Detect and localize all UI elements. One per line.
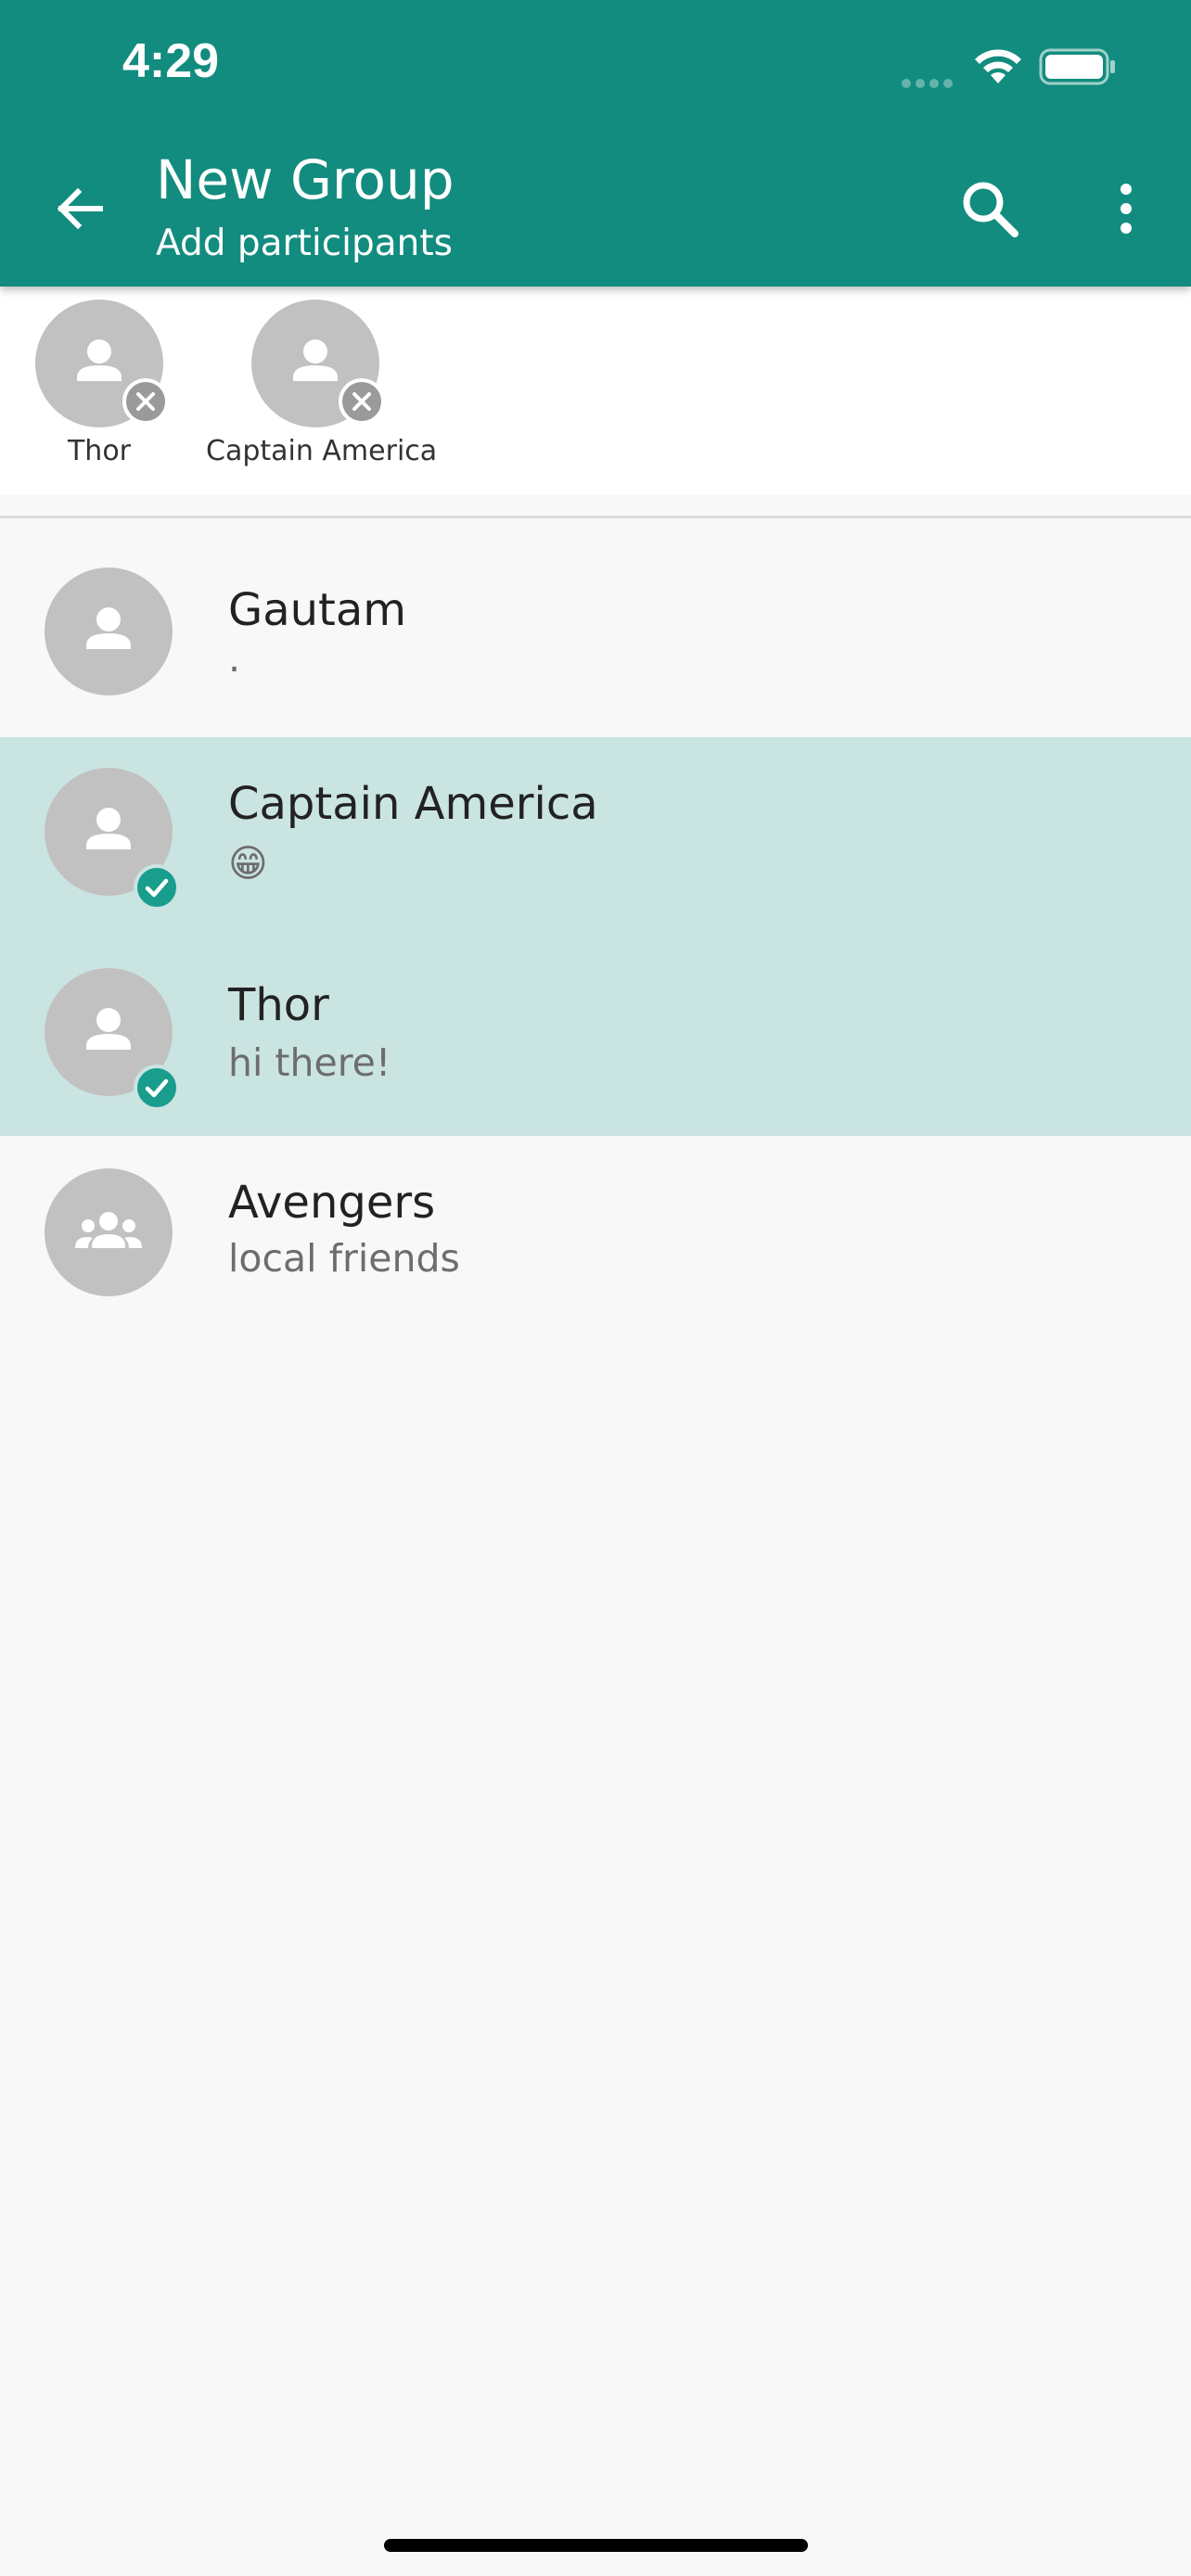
selected-participants-strip: Thor Captain America [0, 287, 1191, 495]
contact-row-gautam[interactable]: Gautam . [0, 538, 1191, 737]
contact-row-avengers[interactable]: Avengers local friends [0, 1136, 1191, 1335]
contact-status: local friends [228, 1236, 460, 1281]
contact-status: . [228, 636, 241, 681]
selected-check-badge [134, 864, 180, 911]
selected-check-badge [134, 1065, 180, 1111]
selected-chip[interactable]: Thor [30, 300, 169, 467]
selected-chip[interactable]: Captain America [206, 300, 438, 467]
contact-row-captain-america[interactable]: Captain America 😁 [0, 737, 1191, 937]
contact-status: hi there! [228, 1040, 391, 1085]
chip-label: Thor [67, 435, 132, 467]
close-icon [352, 392, 371, 411]
search-icon[interactable] [957, 176, 1022, 241]
app-bar: 4:29 New Group Add participants [0, 0, 1191, 287]
page-subtitle: Add participants [156, 223, 453, 264]
home-indicator[interactable] [384, 2539, 808, 2552]
status-time: 4:29 [122, 34, 220, 88]
remove-participant-button[interactable] [122, 378, 169, 425]
contact-name: Thor [228, 979, 329, 1031]
wifi-icon [975, 49, 1021, 83]
chip-label: Captain America [206, 435, 438, 467]
person-icon [86, 607, 131, 649]
back-arrow-icon[interactable] [46, 176, 111, 241]
divider [0, 516, 1191, 518]
contact-name: Avengers [228, 1177, 436, 1229]
new-group-screen: 4:29 New Group Add participants Thor Cap… [0, 0, 1191, 2576]
battery-icon [1039, 48, 1115, 85]
remove-participant-button[interactable] [339, 378, 385, 425]
contact-status: 😁 [228, 841, 268, 886]
check-icon [145, 878, 169, 898]
check-icon [145, 1078, 169, 1098]
avatar [45, 567, 173, 695]
contact-name: Captain America [228, 778, 598, 830]
group-icon [75, 1212, 142, 1248]
close-icon [136, 392, 155, 411]
page-title: New Group [156, 148, 455, 211]
contact-name: Gautam [228, 584, 407, 636]
avatar [45, 1168, 173, 1296]
cellular-signal-icon [902, 74, 957, 92]
contact-row-thor[interactable]: Thor hi there! [0, 937, 1191, 1136]
more-options-icon[interactable] [1109, 176, 1143, 241]
